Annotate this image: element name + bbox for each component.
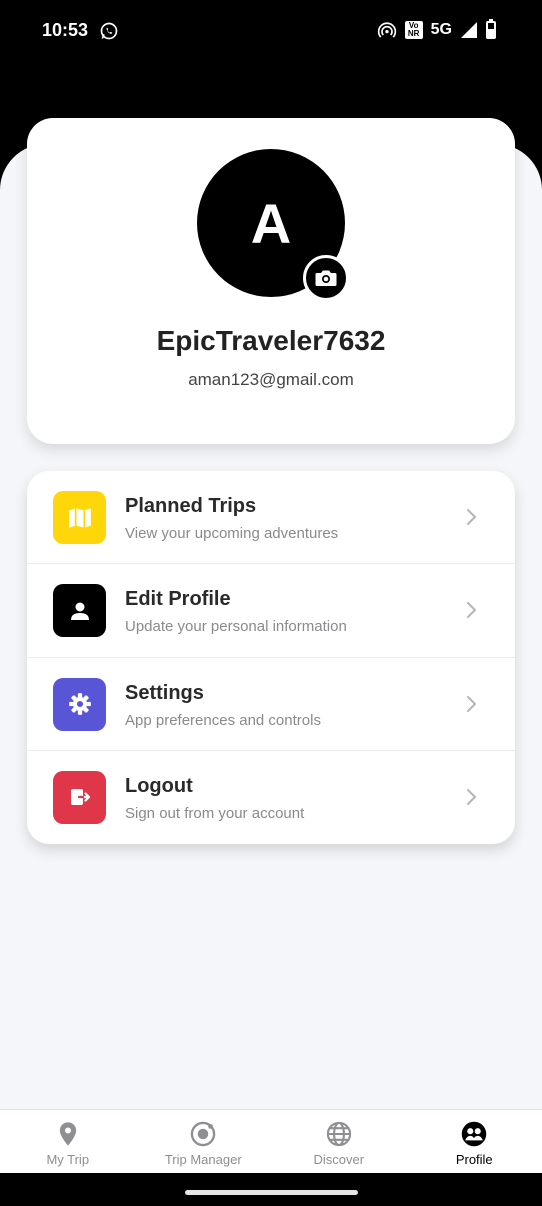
status-time: 10:53 — [42, 20, 89, 40]
chevron-right-icon — [467, 602, 476, 619]
volte-icon: Vo NR — [404, 21, 423, 39]
tab-trip-manager[interactable]: Trip Manager — [136, 1110, 272, 1173]
tab-my-trip[interactable]: My Trip — [0, 1110, 136, 1173]
tab-profile[interactable]: Profile — [407, 1110, 542, 1173]
chevron-right-icon — [467, 695, 476, 712]
whatsapp-icon — [100, 22, 118, 40]
menu-card: Planned Trips View your upcoming adventu… — [27, 471, 515, 844]
gear-icon — [53, 677, 106, 731]
menu-item-subtitle: App preferences and controls — [125, 711, 321, 729]
location-pin-icon — [59, 1122, 76, 1146]
menu-item-settings[interactable]: Settings App preferences and controls — [27, 658, 515, 751]
menu-item-planned-trips[interactable]: Planned Trips View your upcoming adventu… — [27, 471, 515, 565]
battery-icon — [486, 19, 496, 39]
user-email: aman123@gmail.com — [188, 370, 354, 389]
network-label: 5G — [430, 21, 452, 38]
globe-icon — [326, 1121, 351, 1147]
menu-item-logout[interactable]: Logout Sign out from your account — [27, 751, 515, 844]
ionic-icon — [191, 1121, 216, 1147]
menu-item-title: Edit Profile — [125, 588, 231, 611]
bottom-tab-bar: My Trip Trip Manager Discover Profile — [0, 1109, 542, 1173]
tab-label: Discover — [313, 1152, 365, 1167]
system-nav-bar — [0, 1173, 542, 1206]
username: EpicTraveler7632 — [156, 325, 386, 356]
tab-label: Profile — [455, 1152, 493, 1167]
map-icon — [53, 491, 106, 544]
status-bar: 10:53 Vo NR 5G — [0, 0, 542, 62]
menu-item-subtitle: View your upcoming adventures — [125, 525, 339, 542]
tab-label: My Trip — [46, 1152, 90, 1167]
signal-icon — [461, 22, 477, 38]
menu-item-title: Planned Trips — [125, 495, 257, 517]
avatar-initial: A — [250, 191, 292, 255]
change-photo-button[interactable] — [303, 255, 349, 301]
menu-item-subtitle: Sign out from your account — [125, 804, 305, 822]
user-icon — [53, 584, 106, 638]
people-icon — [462, 1121, 487, 1147]
profile-card: A EpicTraveler7632 aman123@gmail.com — [27, 118, 515, 444]
logout-icon — [53, 770, 106, 824]
camera-icon — [315, 270, 337, 286]
tab-discover[interactable]: Discover — [271, 1110, 407, 1173]
hotspot-icon — [377, 22, 396, 38]
home-indicator[interactable] — [185, 1190, 358, 1195]
menu-item-edit-profile[interactable]: Edit Profile Update your personal inform… — [27, 564, 515, 658]
menu-item-title: Logout — [125, 774, 193, 797]
menu-item-subtitle: Update your personal information — [125, 618, 347, 636]
chevron-right-icon — [467, 509, 476, 525]
menu-item-title: Settings — [125, 681, 204, 704]
status-icons: Vo NR 5G — [377, 19, 496, 40]
tab-label: Trip Manager — [164, 1152, 242, 1167]
chevron-right-icon — [467, 788, 476, 805]
